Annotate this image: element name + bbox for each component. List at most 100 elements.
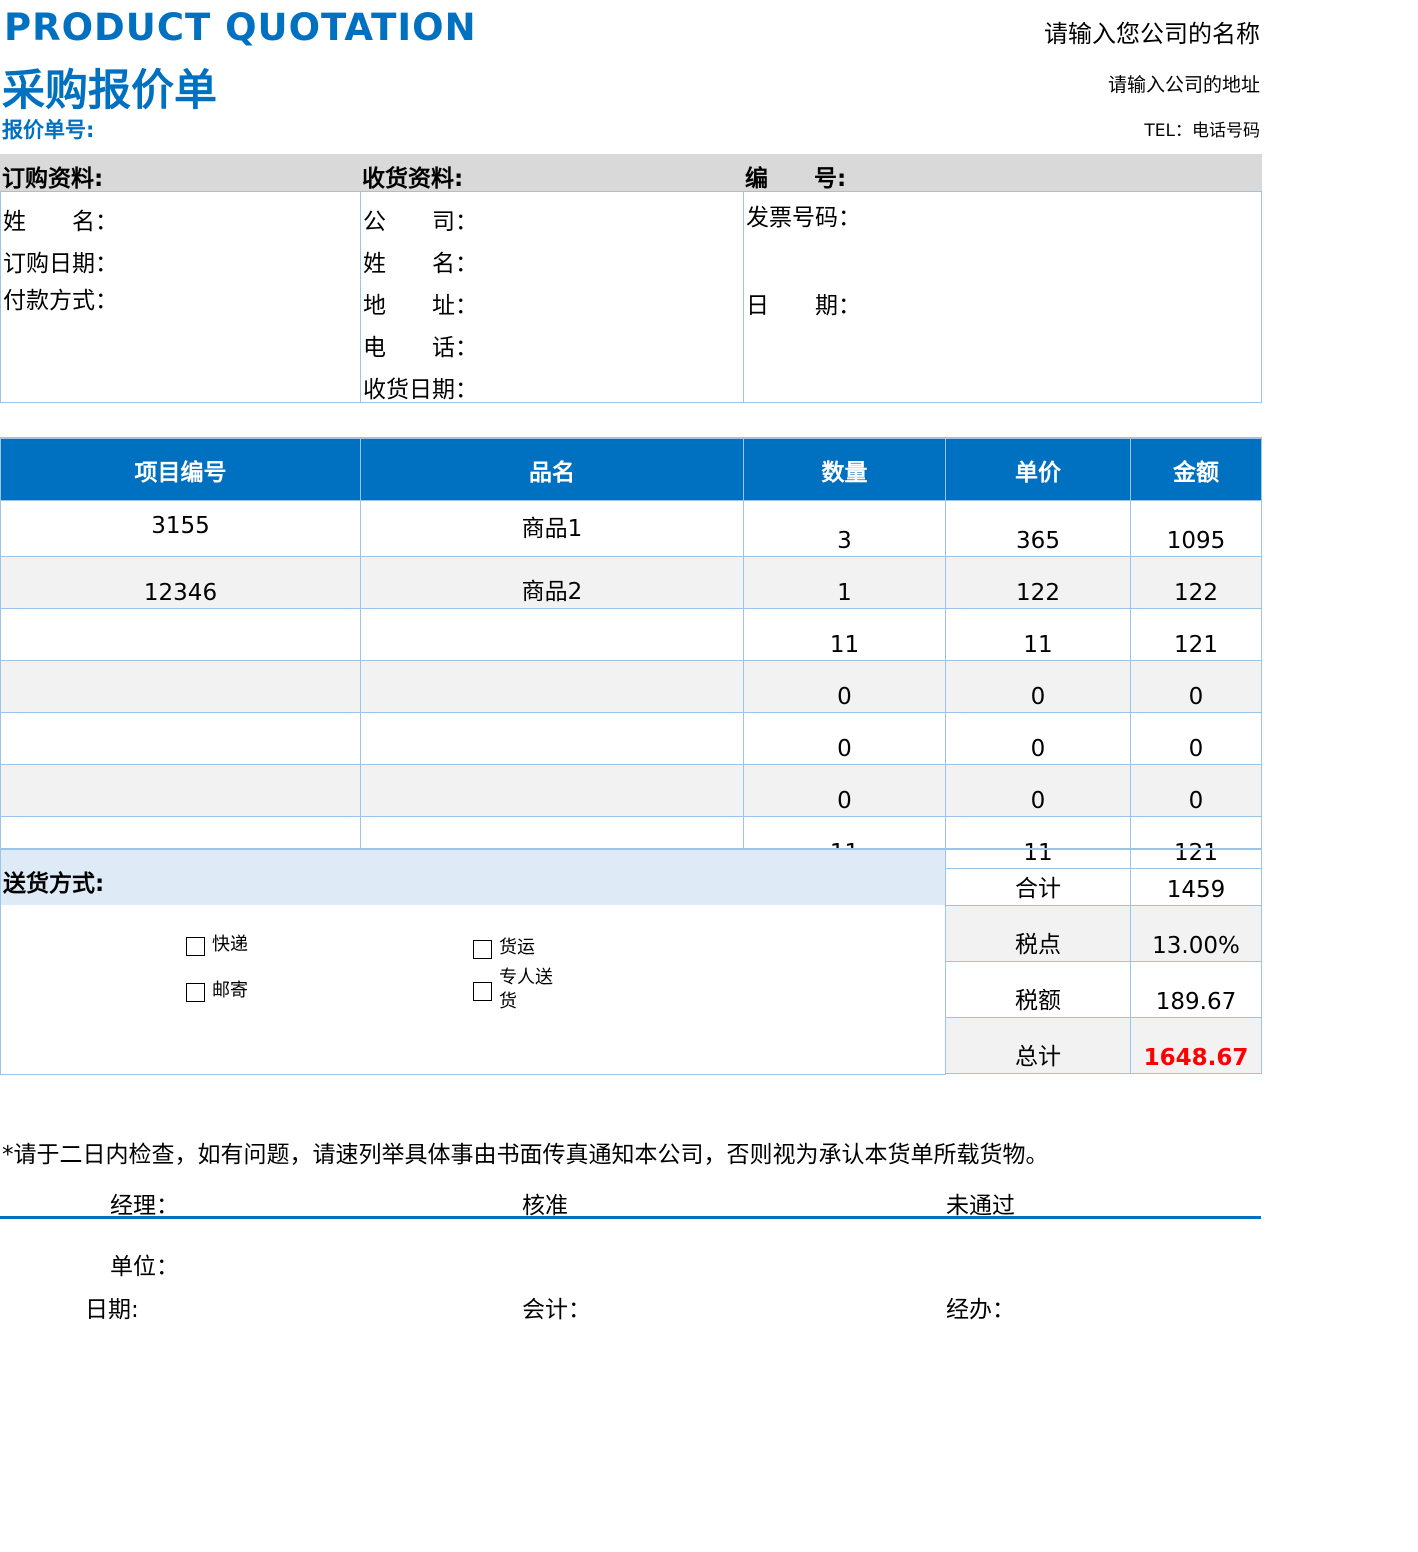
shipping-title: 送货方式:	[3, 871, 105, 897]
item-no-cell[interactable]	[0, 712, 361, 765]
unit-price-cell[interactable]: 0	[945, 764, 1131, 817]
subtotal-row: 合计 1459	[945, 848, 1262, 906]
total-label: 总计	[945, 1017, 1131, 1074]
table-row: 0 0 0	[0, 764, 1262, 817]
product-name-cell[interactable]	[360, 660, 744, 713]
column-header-amount: 金额	[1130, 437, 1262, 501]
receive-company-field[interactable]: 公 司：	[363, 202, 478, 236]
signature-divider	[0, 1216, 1261, 1219]
unit-label: 单位：	[110, 1254, 179, 1280]
tax-row: 税额 189.67	[945, 961, 1262, 1018]
freight-label: 货运	[499, 937, 535, 958]
quantity-cell[interactable]: 0	[743, 712, 946, 765]
divider	[360, 192, 361, 402]
receive-phone-field[interactable]: 电 话：	[363, 328, 478, 362]
invoice-date-field[interactable]: 日 期：	[746, 286, 861, 320]
unit-price-cell[interactable]: 0	[945, 712, 1131, 765]
tax-rate-row: 税点 13.00%	[945, 905, 1262, 962]
items-header-row: 项目编号 品名 数量 单价 金额	[0, 437, 1262, 501]
approve-label: 核准	[522, 1193, 568, 1219]
item-no-cell[interactable]: 12346	[0, 556, 361, 609]
express-label: 快递	[212, 934, 248, 955]
product-name-cell[interactable]	[360, 764, 744, 817]
table-row: 0 0 0	[0, 660, 1262, 713]
company-name[interactable]: 请输入您公司的名称	[1044, 14, 1260, 49]
product-name-cell[interactable]	[360, 712, 744, 765]
courier-checkbox[interactable]	[473, 982, 492, 1001]
payment-method-field[interactable]: 付款方式：	[3, 281, 118, 315]
order-name-field[interactable]: 姓 名：	[3, 202, 118, 236]
subtotal-label: 合计	[945, 848, 1131, 906]
order-date-field[interactable]: 订购日期：	[3, 244, 118, 278]
mail-label: 邮寄	[212, 980, 248, 1001]
express-checkbox[interactable]	[186, 937, 205, 956]
column-header-quantity: 数量	[743, 437, 946, 501]
receive-info-title: 收货资料:	[362, 166, 464, 192]
item-no-cell[interactable]	[0, 660, 361, 713]
info-header-row: 订购资料: 收货资料: 编 号:	[0, 154, 1262, 192]
quantity-cell[interactable]: 1	[743, 556, 946, 609]
table-row: 11 11 121	[0, 608, 1262, 661]
table-row: 0 0 0	[0, 712, 1262, 765]
tax-rate-value[interactable]: 13.00%	[1130, 905, 1262, 962]
table-row: 12346 商品2 1 122 122	[0, 556, 1262, 609]
invoice-number-field[interactable]: 发票号码：	[746, 198, 861, 232]
tax-label: 税额	[945, 961, 1131, 1018]
amount-cell: 1095	[1130, 500, 1262, 557]
divider	[743, 192, 744, 402]
amount-cell: 121	[1130, 608, 1262, 661]
receive-name-field[interactable]: 姓 名：	[363, 244, 478, 278]
total-value: 1648.67	[1130, 1017, 1262, 1074]
summary-table: 合计 1459 税点 13.00% 税额 189.67 总计 1648.67	[945, 848, 1262, 1074]
info-box: 姓 名： 订购日期： 付款方式： 公 司： 姓 名： 地 址： 电 话： 收货日…	[0, 191, 1262, 403]
quote-number-label: 报价单号:	[2, 118, 95, 142]
item-no-cell[interactable]	[0, 608, 361, 661]
quantity-cell[interactable]: 0	[743, 764, 946, 817]
handler-label: 经办：	[946, 1297, 1015, 1323]
freight-checkbox[interactable]	[473, 940, 492, 959]
column-header-product-name: 品名	[360, 437, 744, 501]
item-no-cell[interactable]: 3155	[0, 500, 361, 557]
amount-cell: 122	[1130, 556, 1262, 609]
receive-date-field[interactable]: 收货日期：	[363, 370, 478, 404]
title-english: PRODUCT QUOTATION	[4, 6, 477, 49]
shipping-section: 送货方式: 快递 货运 邮寄 专人送 货	[0, 848, 946, 1075]
company-address[interactable]: 请输入公司的地址	[1108, 70, 1260, 97]
title-chinese: 采购报价单	[2, 66, 217, 116]
unit-price-cell[interactable]: 365	[945, 500, 1131, 557]
manager-label: 经理：	[110, 1193, 179, 1219]
items-table: 项目编号 品名 数量 单价 金额 3155 商品1 3 365 1095 123…	[0, 437, 1262, 869]
accountant-label: 会计：	[522, 1297, 591, 1323]
unit-price-cell[interactable]: 122	[945, 556, 1131, 609]
receive-address-field[interactable]: 地 址：	[363, 286, 478, 320]
reject-label: 未通过	[946, 1193, 1015, 1219]
subtotal-value: 1459	[1130, 848, 1262, 906]
tax-rate-label: 税点	[945, 905, 1131, 962]
table-row: 3155 商品1 3 365 1095	[0, 500, 1262, 557]
number-title: 编 号:	[745, 166, 847, 192]
unit-price-cell[interactable]: 11	[945, 608, 1131, 661]
quantity-cell[interactable]: 11	[743, 608, 946, 661]
product-name-cell[interactable]: 商品1	[360, 500, 744, 557]
shipping-header: 送货方式:	[1, 850, 945, 905]
footer-note: *请于二日内检查，如有问题，请速列举具体事由书面传真通知本公司，否则视为承认本货…	[2, 1142, 1049, 1168]
column-header-unit-price: 单价	[945, 437, 1131, 501]
amount-cell: 0	[1130, 660, 1262, 713]
item-no-cell[interactable]	[0, 764, 361, 817]
date-label: 日期:	[85, 1297, 139, 1323]
column-header-item-no: 项目编号	[0, 437, 361, 501]
courier-label-line1: 专人送	[499, 967, 553, 988]
mail-checkbox[interactable]	[186, 983, 205, 1002]
total-row: 总计 1648.67	[945, 1017, 1262, 1074]
tax-value: 189.67	[1130, 961, 1262, 1018]
product-name-cell[interactable]	[360, 608, 744, 661]
quantity-cell[interactable]: 0	[743, 660, 946, 713]
company-tel[interactable]: TEL：电话号码	[1144, 116, 1260, 141]
product-name-cell[interactable]: 商品2	[360, 556, 744, 609]
amount-cell: 0	[1130, 764, 1262, 817]
courier-label-line2: 货	[499, 991, 517, 1012]
unit-price-cell[interactable]: 0	[945, 660, 1131, 713]
quantity-cell[interactable]: 3	[743, 500, 946, 557]
amount-cell: 0	[1130, 712, 1262, 765]
order-info-title: 订购资料:	[2, 166, 104, 192]
